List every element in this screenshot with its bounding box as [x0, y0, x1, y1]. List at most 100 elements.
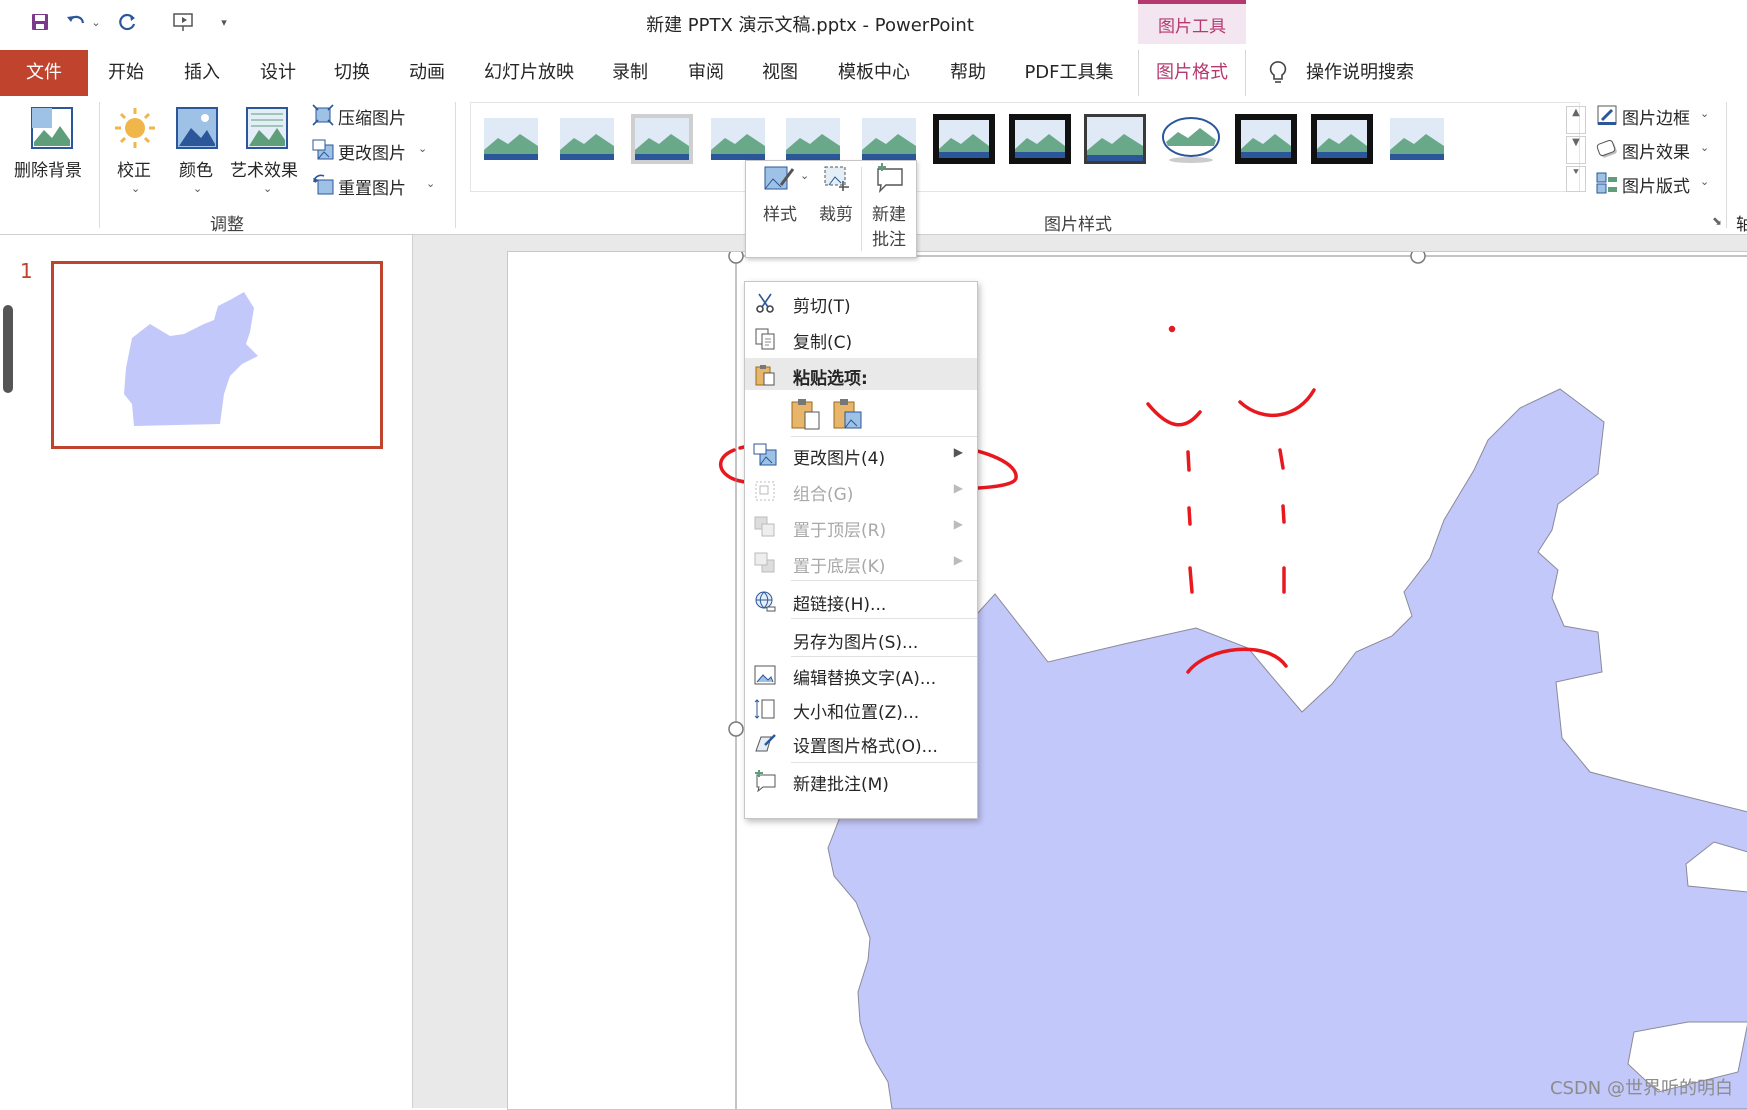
- menu-item-label: 超链接(H)...: [793, 595, 887, 615]
- picture-layout-icon[interactable]: [1596, 172, 1618, 194]
- picture-effects-label[interactable]: 图片效果: [1622, 138, 1690, 163]
- gallery-scroll-up-icon[interactable]: ▲: [1566, 106, 1586, 134]
- change-picture-icon[interactable]: [312, 139, 334, 161]
- menu-item-bring-to-front: 置于顶层(R) ▶: [745, 510, 977, 544]
- picture-style-thumb[interactable]: [631, 114, 693, 164]
- menu-item-change-picture[interactable]: 更改图片(4) ▶: [745, 438, 977, 472]
- gallery-more-icon[interactable]: ⯆: [1566, 166, 1586, 192]
- tab-design[interactable]: 设计: [248, 50, 308, 96]
- tab-review[interactable]: 审阅: [676, 50, 736, 96]
- tab-slideshow[interactable]: 幻灯片放映: [478, 50, 580, 96]
- menu-separator: [791, 762, 977, 763]
- ribbon-separator: [455, 102, 456, 228]
- menu-item-save-as-picture[interactable]: 另存为图片(S)...: [745, 622, 977, 656]
- paste-keep-format-icon[interactable]: [791, 398, 821, 430]
- tell-me-search[interactable]: 操作说明搜索: [1306, 50, 1426, 96]
- picture-style-thumb[interactable]: [1160, 114, 1222, 164]
- corrections-icon[interactable]: [113, 106, 157, 150]
- color-dropdown-icon[interactable]: ⌄: [193, 182, 202, 195]
- remove-background-icon[interactable]: [30, 106, 74, 150]
- pane-scrollbar[interactable]: [3, 305, 13, 393]
- compress-pictures-icon[interactable]: [312, 104, 334, 126]
- picture-layout-dropdown-icon[interactable]: ⌄: [1700, 175, 1709, 188]
- tab-insert[interactable]: 插入: [172, 50, 232, 96]
- picture-style-thumb[interactable]: [706, 114, 769, 164]
- selection-handle[interactable]: [728, 252, 744, 264]
- menu-item-format-picture[interactable]: 设置图片格式(O)...: [745, 726, 977, 760]
- menu-separator: [791, 656, 977, 657]
- gallery-scroll-down-icon[interactable]: ▼: [1566, 136, 1586, 164]
- new-comment-icon: [877, 163, 903, 194]
- scissors-icon: [756, 293, 774, 313]
- context-menu: 剪切(T) 复制(C) 粘贴选项: 更改图片(4) ▶ 组合(G) ▶ 置于顶层…: [744, 281, 978, 819]
- tab-animations[interactable]: 动画: [397, 50, 457, 96]
- corrections-dropdown-icon[interactable]: ⌄: [131, 182, 140, 195]
- picture-style-thumb[interactable]: [480, 114, 542, 164]
- tab-pdf-tools[interactable]: PDF工具集: [1018, 50, 1120, 96]
- reset-picture-icon[interactable]: [312, 174, 334, 196]
- change-picture-label[interactable]: 更改图片: [338, 139, 406, 164]
- picture-style-thumb[interactable]: [857, 114, 920, 164]
- style-dropdown-icon[interactable]: ⌄: [800, 169, 809, 182]
- tab-picture-format[interactable]: 图片格式: [1138, 50, 1246, 97]
- picture-style-thumb[interactable]: [1235, 114, 1297, 164]
- paste-icon: [755, 365, 775, 386]
- artistic-effects-icon[interactable]: [245, 106, 289, 150]
- picture-style-thumb[interactable]: [933, 114, 995, 164]
- picture-style-thumb[interactable]: [555, 114, 618, 164]
- tab-file[interactable]: 文件: [0, 50, 88, 96]
- tab-record[interactable]: 录制: [600, 50, 660, 96]
- picture-effects-dropdown-icon[interactable]: ⌄: [1700, 141, 1709, 154]
- selection-handle[interactable]: [1410, 252, 1426, 264]
- menu-item-cut[interactable]: 剪切(T): [745, 286, 977, 320]
- picture-style-thumb[interactable]: [782, 114, 844, 164]
- submenu-arrow-icon: ▶: [953, 445, 963, 459]
- menu-item-edit-alt-text[interactable]: 编辑替换文字(A)...: [745, 658, 977, 692]
- format-picture-icon: [755, 734, 776, 752]
- dialog-launcher-icon[interactable]: ⬊: [1712, 214, 1722, 228]
- color-icon[interactable]: [175, 106, 219, 150]
- picture-style-thumb[interactable]: [1084, 114, 1146, 164]
- remove-background-label: 删除背景: [14, 161, 82, 181]
- menu-item-label: 编辑替换文字(A)...: [793, 669, 937, 689]
- slides-pane: 1: [0, 235, 413, 1108]
- picture-border-icon[interactable]: [1596, 104, 1618, 126]
- picture-styles-group-label: 图片样式: [1044, 215, 1112, 235]
- menu-item-label: 组合(G): [793, 485, 854, 505]
- style-button[interactable]: 样式: [760, 161, 800, 225]
- reset-picture-dropdown-icon[interactable]: ⌄: [426, 177, 435, 190]
- new-comment-button[interactable]: 新建 批注: [866, 161, 912, 250]
- slide-thumbnail[interactable]: [51, 261, 383, 449]
- menu-item-label: 大小和位置(Z)...: [793, 703, 920, 723]
- tab-home[interactable]: 开始: [96, 50, 156, 96]
- map-picture[interactable]: [508, 252, 1747, 1109]
- menu-item-size-position[interactable]: 大小和位置(Z)...: [745, 692, 977, 726]
- menu-item-copy[interactable]: 复制(C): [745, 322, 977, 356]
- compress-pictures-label[interactable]: 压缩图片: [338, 104, 406, 129]
- reset-picture-label[interactable]: 重置图片: [338, 174, 406, 199]
- picture-border-dropdown-icon[interactable]: ⌄: [1700, 107, 1709, 120]
- tab-transitions[interactable]: 切换: [322, 50, 382, 96]
- new-comment-label-2: 批注: [872, 230, 906, 250]
- menu-item-hyperlink[interactable]: 超链接(H)...: [745, 584, 977, 618]
- artistic-effects-label: 艺术效果: [230, 161, 298, 181]
- menu-item-label: 更改图片(4): [793, 449, 886, 469]
- picture-style-thumb[interactable]: [1008, 114, 1071, 164]
- menu-item-new-comment[interactable]: 新建批注(M): [745, 764, 977, 798]
- slide-canvas[interactable]: [507, 251, 1747, 1110]
- picture-layout-label[interactable]: 图片版式: [1622, 172, 1690, 197]
- menu-item-label: 设置图片格式(O)...: [793, 737, 938, 757]
- mini-toolbar: 样式 ⌄ 裁剪 新建 批注: [745, 160, 917, 258]
- picture-style-thumb[interactable]: [1310, 114, 1373, 164]
- tab-help[interactable]: 帮助: [938, 50, 998, 96]
- paste-as-picture-icon[interactable]: [833, 398, 863, 430]
- crop-button[interactable]: 裁剪: [814, 161, 858, 225]
- picture-border-label[interactable]: 图片边框: [1622, 104, 1690, 129]
- artistic-dropdown-icon[interactable]: ⌄: [263, 182, 272, 195]
- selection-handle[interactable]: [728, 721, 744, 737]
- tab-view[interactable]: 视图: [750, 50, 810, 96]
- change-picture-dropdown-icon[interactable]: ⌄: [418, 142, 427, 155]
- picture-effects-icon[interactable]: [1596, 138, 1618, 160]
- picture-style-thumb[interactable]: [1386, 114, 1448, 164]
- tab-templates[interactable]: 模板中心: [830, 50, 918, 96]
